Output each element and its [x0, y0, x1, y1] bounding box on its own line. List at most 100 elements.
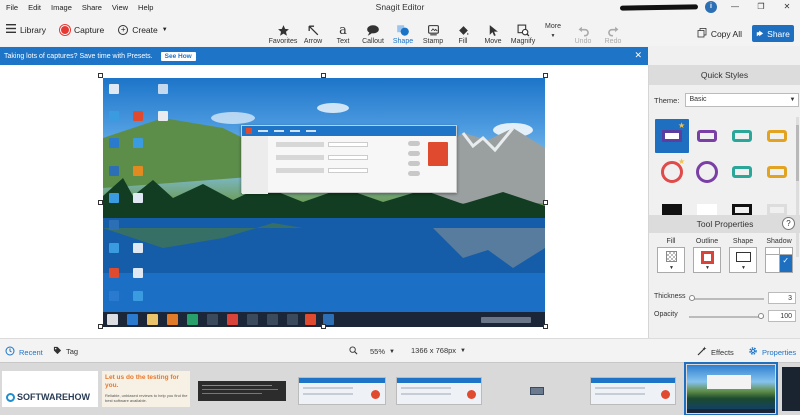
resize-handle[interactable]	[543, 73, 548, 78]
properties-button[interactable]: Properties	[748, 346, 796, 358]
tool-callout[interactable]: Callout	[358, 17, 388, 45]
close-button[interactable]: ✕	[774, 0, 800, 14]
move-icon	[487, 22, 499, 38]
tool-stamp[interactable]: Stamp	[418, 17, 448, 45]
tray-thumbnail[interactable]	[396, 377, 482, 405]
tool-text[interactable]: a Text	[328, 17, 358, 46]
menu-view[interactable]: View	[112, 3, 128, 12]
tool-move[interactable]: Move	[478, 17, 508, 45]
resize-handle[interactable]	[98, 73, 103, 78]
menu-image[interactable]: Image	[51, 3, 72, 12]
share-icon	[756, 29, 764, 39]
style-swatch[interactable]	[725, 155, 759, 189]
tray-thumbnail[interactable]	[298, 377, 386, 405]
shape-icon	[396, 22, 410, 38]
theme-select[interactable]: Basic ▼	[685, 93, 800, 107]
recent-button[interactable]: Recent	[5, 346, 43, 358]
captured-image[interactable]	[103, 78, 545, 327]
desktop-icon	[158, 111, 168, 121]
maximize-button[interactable]: ❐	[748, 0, 774, 14]
share-button[interactable]: Share	[752, 25, 794, 42]
theme-label: Theme:	[654, 95, 680, 105]
presets-notification: Taking lots of captures? Save time with …	[0, 47, 648, 65]
style-swatch[interactable]	[655, 193, 689, 215]
resize-handle[interactable]	[98, 324, 103, 329]
shadow-property: Shadow ✓	[765, 238, 793, 273]
shadow-picker[interactable]: ✓	[765, 247, 793, 273]
tag-icon	[53, 346, 62, 357]
resize-handle[interactable]	[321, 73, 326, 78]
tool-shape[interactable]: Shape	[388, 17, 418, 45]
chevron-down-icon: ▼	[460, 347, 466, 354]
record-icon	[59, 24, 70, 35]
tool-fill[interactable]: Fill	[448, 17, 478, 45]
style-swatch[interactable]	[760, 193, 794, 215]
style-swatch[interactable]: ★	[655, 119, 689, 153]
close-icon[interactable]: ✕	[634, 50, 642, 61]
menu-help[interactable]: Help	[138, 3, 153, 12]
tool-undo[interactable]: Undo	[568, 17, 598, 45]
outline-color-picker[interactable]: ▼	[693, 247, 721, 273]
style-swatch[interactable]	[725, 119, 759, 153]
redo-icon	[607, 22, 620, 38]
styles-scrollbar[interactable]	[796, 117, 799, 257]
thickness-slider[interactable]	[689, 298, 764, 300]
style-swatch[interactable]	[760, 119, 794, 153]
resize-handle[interactable]	[321, 324, 326, 329]
menu-file[interactable]: File	[6, 3, 18, 12]
account-info-icon[interactable]: i	[705, 1, 717, 13]
fill-color-picker[interactable]: ▼	[657, 247, 685, 273]
desktop-icon	[133, 291, 143, 301]
resize-handle[interactable]	[543, 200, 548, 205]
style-swatch[interactable]: ★	[655, 155, 689, 189]
minimize-button[interactable]: —	[722, 0, 748, 14]
capture-button[interactable]: Capture	[59, 24, 104, 35]
opacity-input[interactable]: 100	[768, 310, 796, 322]
tray-thumbnail[interactable]	[782, 367, 800, 411]
effects-button[interactable]: Effects	[697, 346, 734, 358]
menu-share[interactable]: Share	[82, 3, 102, 12]
see-how-button[interactable]: See How	[160, 51, 196, 61]
tag-button[interactable]: Tag	[53, 346, 78, 357]
fill-icon	[457, 22, 470, 38]
tray-thumbnail[interactable]	[590, 377, 676, 405]
style-swatch[interactable]	[760, 155, 794, 189]
resize-handle[interactable]	[543, 324, 548, 329]
desktop-icon	[133, 243, 143, 253]
clock-icon	[5, 346, 15, 358]
opacity-slider-knob[interactable]	[758, 313, 764, 319]
copy-all-button[interactable]: Copy All	[697, 27, 742, 40]
opacity-slider[interactable]	[689, 316, 764, 318]
chevron-down-icon: ▼	[161, 26, 168, 33]
taskbar-icon	[207, 314, 218, 325]
tray-thumbnail[interactable]: SOFTWAREHOW	[2, 371, 98, 407]
library-label: Library	[20, 24, 46, 35]
shape-picker[interactable]: ▼	[729, 247, 757, 273]
tray-thumbnail[interactable]	[530, 387, 544, 395]
rectangle-icon	[736, 252, 751, 262]
thickness-row: Thickness	[654, 293, 686, 300]
style-swatch[interactable]	[690, 155, 724, 189]
style-swatch[interactable]	[690, 119, 724, 153]
style-swatch[interactable]	[725, 193, 759, 215]
style-swatch[interactable]	[690, 193, 724, 215]
image-dimensions[interactable]: 1366 x 768px ▼	[411, 346, 466, 355]
desktop-icon	[109, 243, 119, 253]
tool-redo[interactable]: Redo	[598, 17, 628, 45]
create-button[interactable]: + Create ▼	[118, 24, 168, 35]
menu-edit[interactable]: Edit	[28, 3, 41, 12]
tray-thumbnail-selected[interactable]	[684, 362, 778, 415]
tool-favorites[interactable]: Favorites	[268, 17, 298, 45]
tool-arrow[interactable]: Arrow	[298, 17, 328, 45]
tray-thumbnail[interactable]	[198, 381, 286, 401]
resize-handle[interactable]	[98, 200, 103, 205]
library-button[interactable]: Library	[6, 24, 46, 35]
tray-thumbnail[interactable]: Let us do the testing for you. Reliable,…	[102, 371, 190, 407]
tool-more[interactable]: More ▼	[538, 17, 568, 45]
thickness-input[interactable]: 3	[768, 292, 796, 304]
help-icon[interactable]: ?	[782, 217, 795, 230]
tool-magnify[interactable]: Magnify	[508, 17, 538, 45]
zoom-control[interactable]: 55% ▼	[349, 346, 395, 357]
editor-canvas[interactable]	[0, 65, 648, 338]
thickness-slider-knob[interactable]	[689, 295, 695, 301]
